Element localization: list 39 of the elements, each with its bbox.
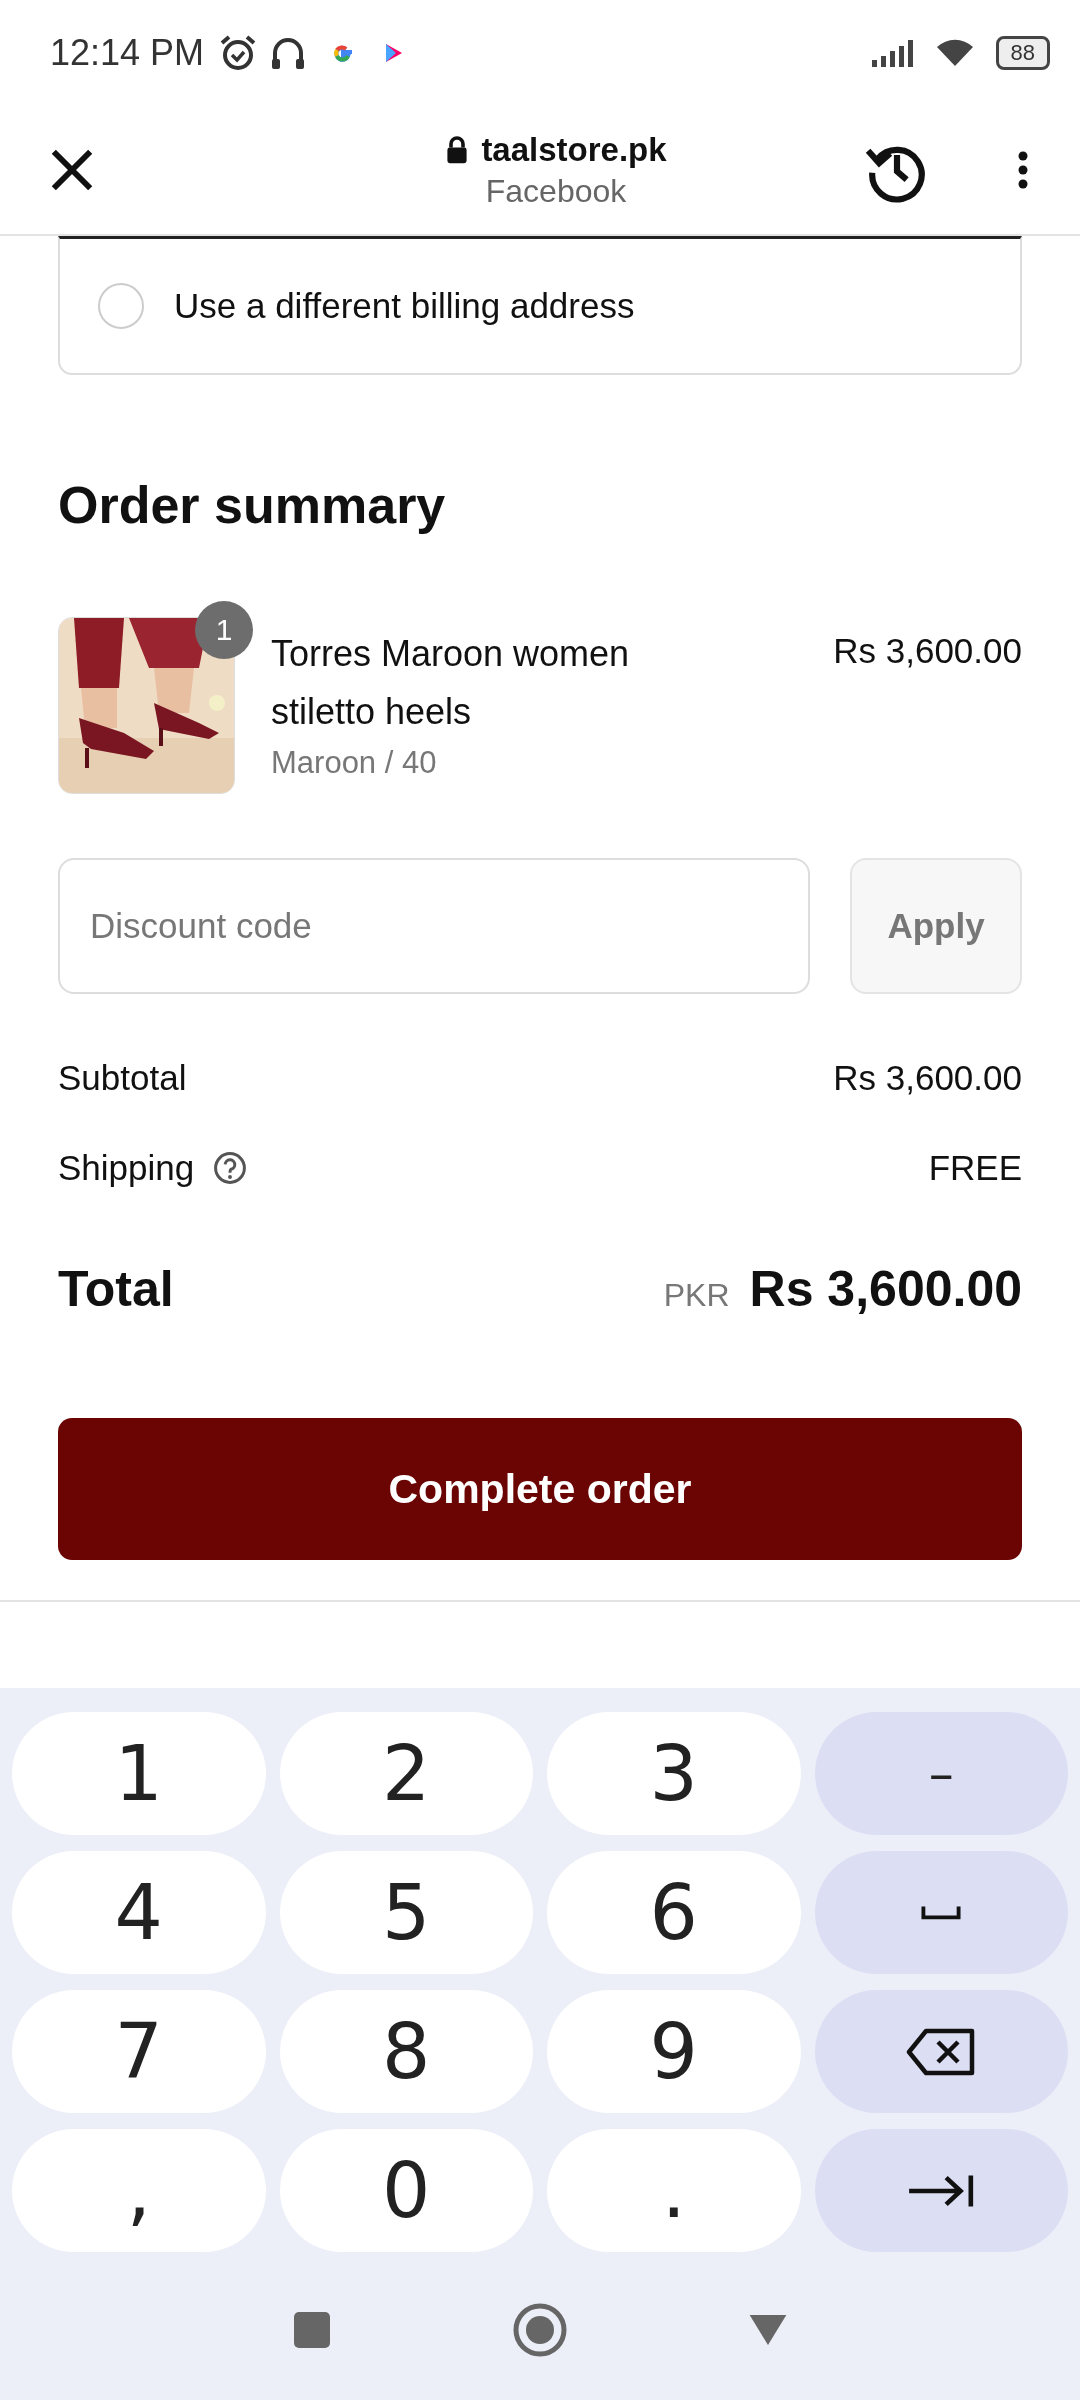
keyboard-key[interactable]: 2 — [279, 1712, 533, 1835]
keyboard-key[interactable]: 4 — [12, 1851, 266, 1974]
keyboard-key[interactable]: . — [547, 2129, 801, 2252]
more-menu-icon[interactable] — [1016, 150, 1030, 190]
section-title: Order summary — [58, 475, 447, 535]
battery-icon: 88 — [995, 36, 1050, 70]
help-icon[interactable] — [212, 1150, 249, 1186]
lock-icon — [445, 134, 470, 165]
discount-code-field[interactable]: Discount code — [58, 858, 810, 994]
total-label: Total — [58, 1260, 174, 1318]
keyboard-key[interactable]: 5 — [279, 1851, 533, 1974]
currency-code: PKR — [663, 1277, 730, 1314]
keyboard-key[interactable]: , — [12, 2129, 266, 2252]
dash-key[interactable]: – — [814, 1712, 1068, 1835]
keyboard-key[interactable]: 6 — [547, 1851, 801, 1974]
keyboard-key[interactable]: 1 — [12, 1712, 266, 1835]
site-domain: taalstore.pk — [481, 130, 667, 169]
summary-label: Subtotal — [58, 1058, 187, 1098]
radio-button[interactable] — [98, 283, 144, 329]
summary-label: Shipping — [58, 1148, 195, 1188]
summary-value: FREE — [928, 1148, 1022, 1188]
billing-option[interactable]: Use a different billing address — [58, 236, 1022, 375]
complete-order-button[interactable]: Complete order — [58, 1418, 1022, 1560]
apply-button[interactable]: Apply — [850, 858, 1022, 994]
site-source: Facebook — [485, 172, 627, 210]
keyboard-key[interactable]: 9 — [547, 1990, 801, 2113]
recents-button[interactable] — [292, 2310, 332, 2350]
quantity-badge: 1 — [195, 601, 253, 659]
home-button[interactable] — [512, 2302, 568, 2358]
keyboard-key[interactable]: 8 — [279, 1990, 533, 2113]
keyboard-key[interactable]: 3 — [547, 1712, 801, 1835]
keyboard-key[interactable]: 0 — [279, 2129, 533, 2252]
product-price: Rs 3,600.00 — [833, 630, 1022, 671]
status-time: 12:14 PM — [50, 32, 205, 74]
keyboard-key[interactable]: 7 — [12, 1990, 266, 2113]
total-value: Rs 3,600.00 — [749, 1260, 1022, 1318]
product-variant: Maroon / 40 — [271, 745, 438, 781]
product-name: Torres Maroon women stiletto heels — [271, 632, 631, 734]
summary-value: Rs 3,600.00 — [833, 1058, 1022, 1098]
